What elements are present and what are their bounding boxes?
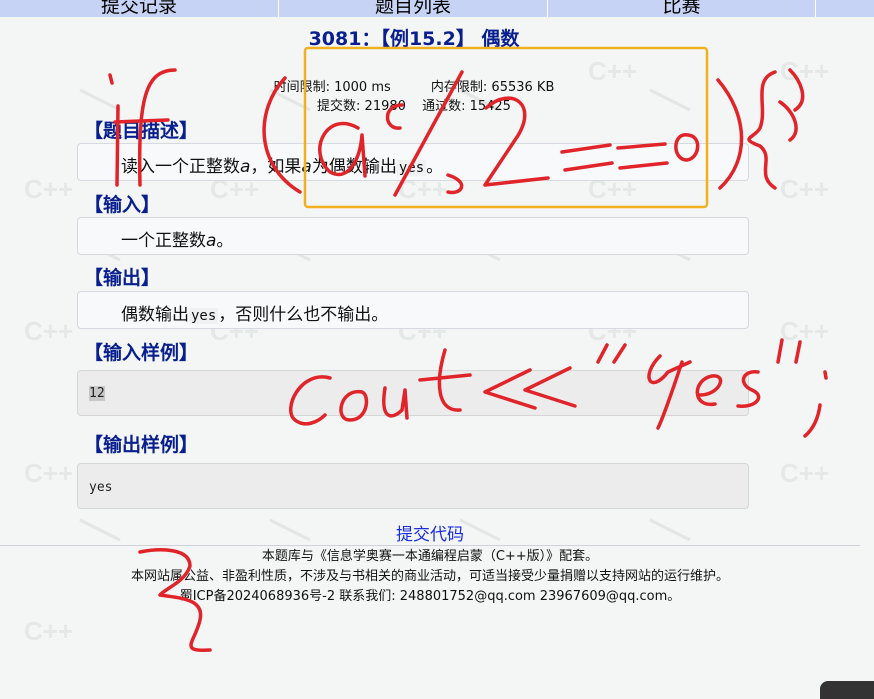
- submit-code-link[interactable]: 提交代码: [0, 520, 860, 545]
- footer: 本题库与《信息学奥赛一本通编程启蒙（C++版）》配套。 本网站属公益、非盈利性质…: [0, 545, 860, 607]
- handwriting-stroke: [803, 403, 822, 438]
- footer-line: 本网站属公益、非盈利性质，不涉及与书相关的商业活动，可适当接受少量捐赠以支持网站…: [130, 569, 729, 584]
- output-text: 偶数输出 yes ，否则什么也不输出。: [121, 300, 388, 325]
- watermark-text: C++: [780, 174, 829, 204]
- watermark-text: C++: [24, 316, 73, 346]
- handwriting-stroke: [612, 343, 627, 364]
- tab-contests[interactable]: 比赛: [548, 0, 816, 17]
- tab-label: 题目列表: [374, 0, 451, 17]
- memory-limit: 内存限制: 65536 KB: [430, 80, 555, 95]
- handwriting-stroke: [823, 370, 828, 380]
- watermark-text: C++: [780, 316, 829, 346]
- sample-input-box: 12: [77, 370, 749, 416]
- input-part: 一个正整数: [121, 231, 206, 251]
- tab-submissions[interactable]: 提交记录: [0, 0, 279, 17]
- description-part: 为偶数输出: [311, 157, 397, 177]
- tab-problems[interactable]: 题目列表: [279, 0, 548, 17]
- highlight-box: [303, 46, 709, 209]
- problem-limits: 时间限制: 1000 ms 内存限制: 65536 KB: [0, 76, 828, 95]
- footer-line: 本题库与《信息学奥赛一本通编程启蒙（C++版）》配套。: [261, 549, 599, 564]
- watermark-text: C++: [780, 458, 829, 488]
- description-text: 读入一个正整数a，如果a为偶数输出 yes。: [121, 152, 443, 177]
- handwriting-stroke: [596, 343, 609, 364]
- tab-label: 提交记录: [100, 0, 177, 17]
- inline-code: yes: [189, 308, 219, 324]
- handwriting-stroke: [794, 340, 802, 364]
- problem-title: 3081：【例15.2】 偶数: [308, 28, 520, 50]
- description-heading: 【题目描述】: [84, 120, 199, 142]
- sample-input-value: 12: [89, 386, 105, 401]
- output-box: 偶数输出 yes ，否则什么也不输出。: [77, 291, 749, 329]
- description-part: 读入一个正整数: [121, 157, 240, 177]
- sample-output-value: yes: [89, 480, 113, 495]
- sample-output-box: yes: [77, 463, 749, 509]
- footer-line: 蜀ICP备2024068936号-2 联系我们: 248801752@qq.co…: [179, 589, 681, 604]
- sample-output-heading: 【输出样例】: [84, 434, 199, 456]
- top-nav: 提交记录 题目列表 比赛: [0, 0, 874, 17]
- accepted-count: 通过数: 15425: [422, 99, 511, 114]
- input-part: 。: [216, 231, 234, 251]
- submission-count: 提交数: 21980: [317, 99, 406, 114]
- variable-a: a: [301, 157, 312, 177]
- input-heading: 【输入】: [84, 194, 161, 216]
- output-part: 偶数输出: [121, 305, 189, 325]
- watermark-text: C++: [24, 174, 73, 204]
- handwriting-stroke: [776, 338, 784, 364]
- description-box: 读入一个正整数a，如果a为偶数输出 yes。: [77, 143, 749, 181]
- time-limit: 时间限制: 1000 ms: [273, 80, 391, 95]
- output-heading: 【输出】: [84, 267, 161, 289]
- input-box: 一个正整数a。: [77, 217, 749, 255]
- tab-more[interactable]: [816, 0, 874, 17]
- variable-a: a: [240, 157, 251, 177]
- description-part: 。: [426, 157, 444, 177]
- output-part: ，否则什么也不输出。: [218, 305, 389, 325]
- inline-code: yes: [396, 160, 427, 176]
- input-text: 一个正整数a。: [121, 226, 233, 251]
- sample-input-heading: 【输入样例】: [84, 342, 199, 364]
- watermark-text: C++: [24, 616, 73, 646]
- scrollbar-thumb[interactable]: [820, 681, 874, 699]
- tab-label: 比赛: [662, 0, 701, 17]
- description-part: ，如果: [250, 157, 302, 177]
- variable-a: a: [206, 231, 217, 251]
- watermark-text: C++: [24, 458, 73, 488]
- problem-stats: 提交数: 21980 通过数: 15425: [0, 95, 828, 114]
